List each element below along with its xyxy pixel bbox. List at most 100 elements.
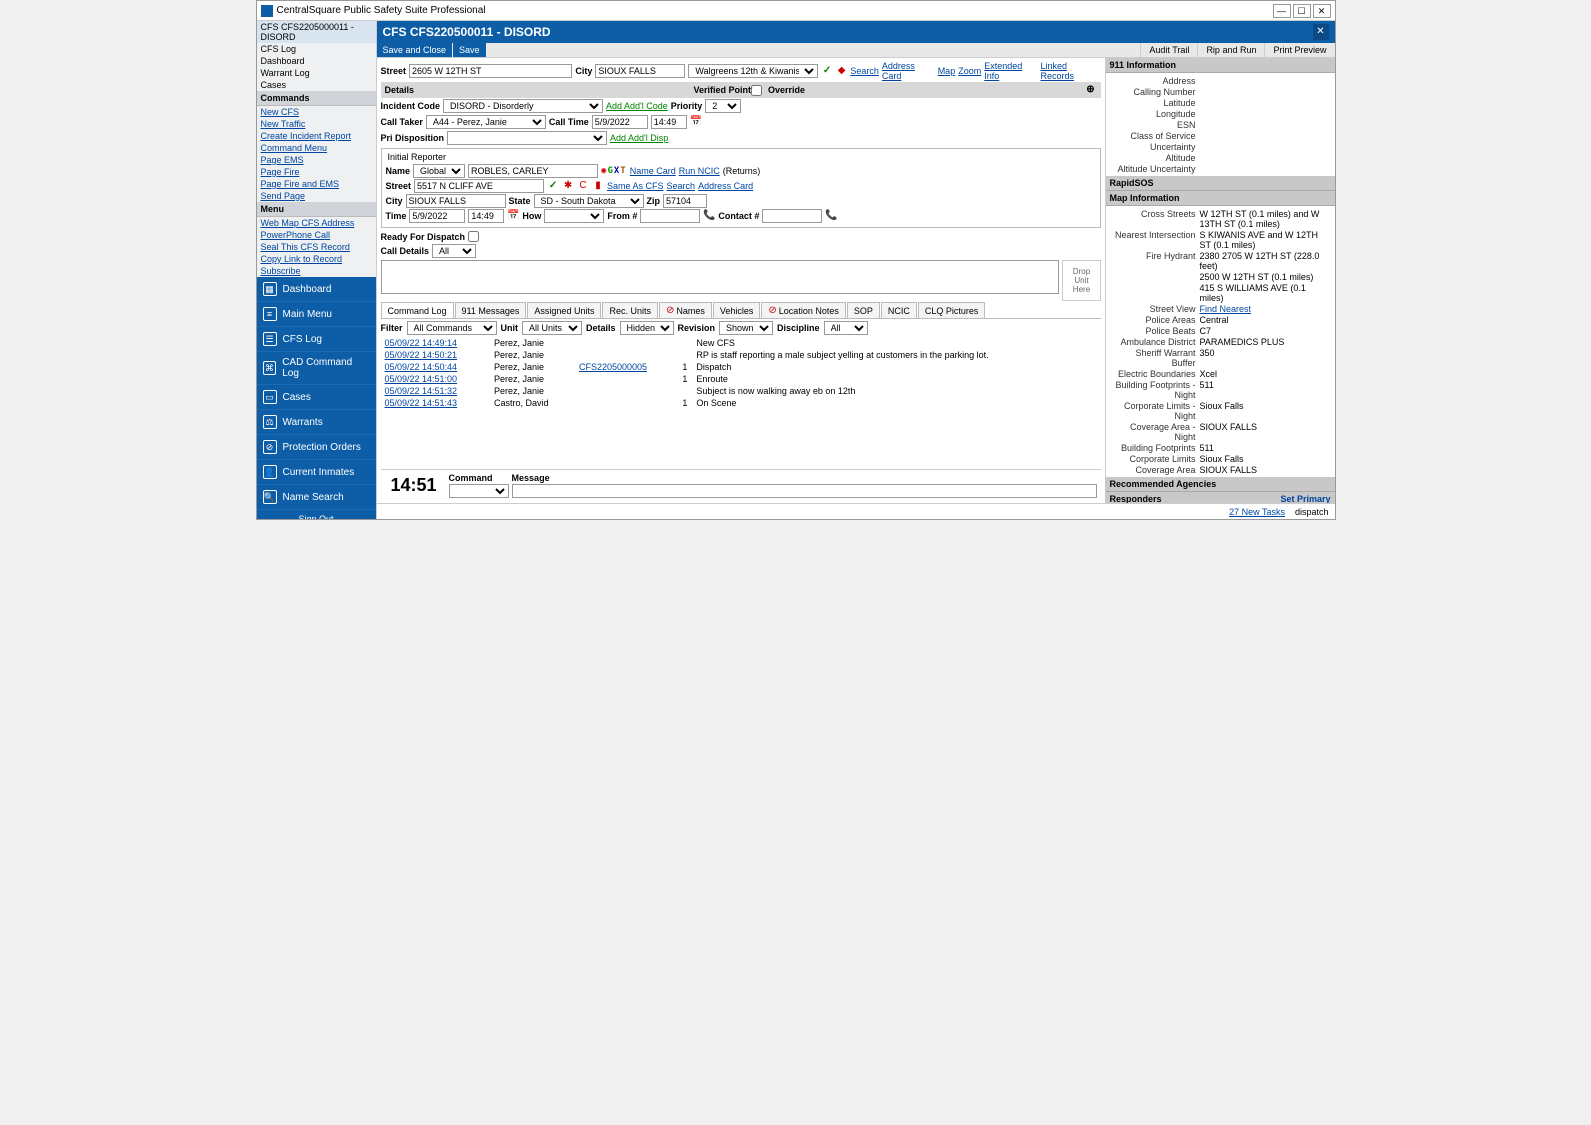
street-person-icon[interactable]: ▮ xyxy=(592,180,604,192)
calendar-icon-2[interactable]: 📅 xyxy=(507,210,519,222)
command-link[interactable]: Page EMS xyxy=(257,154,376,166)
log-timestamp-link[interactable]: 05/09/22 14:49:14 xyxy=(385,338,458,348)
ready-for-dispatch-checkbox[interactable] xyxy=(468,231,479,242)
expand-icon[interactable]: ⊕ xyxy=(1085,84,1097,96)
sidebar-item[interactable]: CFS CFS2205000011 - DISORD xyxy=(257,21,376,43)
reporter-date-input[interactable] xyxy=(409,209,465,223)
record-close-button[interactable]: ✕ xyxy=(1313,24,1329,40)
nav-button[interactable]: ▦Dashboard xyxy=(257,277,376,302)
name-scope-select[interactable]: Global xyxy=(413,164,465,178)
nav-button[interactable]: ☰CFS Log xyxy=(257,327,376,352)
log-timestamp-link[interactable]: 05/09/22 14:50:44 xyxy=(385,362,458,372)
how-select[interactable] xyxy=(544,209,604,223)
city-input[interactable] xyxy=(595,64,685,78)
add-addl-code-link[interactable]: Add Add'l Code xyxy=(606,101,668,111)
tab[interactable]: ⊘Names xyxy=(659,302,712,318)
command-link[interactable]: Command Menu xyxy=(257,142,376,154)
menu-link[interactable]: Copy Link to Record xyxy=(257,253,376,265)
tab[interactable]: CLQ Pictures xyxy=(918,302,986,318)
new-tasks-link[interactable]: 27 New Tasks xyxy=(1229,507,1285,517)
discipline-filter-select[interactable]: All xyxy=(824,321,868,335)
revision-filter-select[interactable]: Shown xyxy=(719,321,773,335)
rip-and-run-button[interactable]: Rip and Run xyxy=(1197,43,1264,57)
call-taker-select[interactable]: A44 - Perez, Janie xyxy=(426,115,546,129)
command-select[interactable] xyxy=(449,484,509,498)
call-time-input[interactable] xyxy=(651,115,687,129)
zoom-link[interactable]: Zoom xyxy=(958,66,981,76)
tab[interactable]: Vehicles xyxy=(713,302,761,318)
nav-button[interactable]: 👤Current Inmates xyxy=(257,460,376,485)
command-link[interactable]: Page Fire xyxy=(257,166,376,178)
street-input[interactable] xyxy=(409,64,572,78)
contact-input[interactable] xyxy=(762,209,822,223)
map-link[interactable]: Map xyxy=(938,66,956,76)
command-link[interactable]: Page Fire and EMS xyxy=(257,178,376,190)
name-card-link[interactable]: Name Card xyxy=(630,166,676,176)
tab[interactable]: Assigned Units xyxy=(527,302,601,318)
save-button[interactable]: Save xyxy=(453,43,486,57)
filter-select[interactable]: All Commands xyxy=(407,321,497,335)
log-timestamp-link[interactable]: 05/09/22 14:51:00 xyxy=(385,374,458,384)
menu-link[interactable]: Web Map CFS Address xyxy=(257,217,376,229)
extended-info-link[interactable]: Extended Info xyxy=(984,61,1037,81)
create-incident-link[interactable]: Create Incident Report xyxy=(257,130,376,142)
from-input[interactable] xyxy=(640,209,700,223)
tab[interactable]: ⊘Location Notes xyxy=(761,302,845,318)
reporter-search-link[interactable]: Search xyxy=(667,181,696,191)
nav-button[interactable]: ▭Cases xyxy=(257,385,376,410)
message-input[interactable] xyxy=(512,484,1097,498)
calendar-icon[interactable]: 📅 xyxy=(690,116,702,128)
linked-records-link[interactable]: Linked Records xyxy=(1041,61,1101,81)
tab[interactable]: 911 Messages xyxy=(455,302,527,318)
close-button[interactable]: ✕ xyxy=(1313,4,1331,18)
sign-out-button[interactable]: Sign Out xyxy=(257,510,376,519)
log-timestamp-link[interactable]: 05/09/22 14:50:21 xyxy=(385,350,458,360)
intersection-select[interactable]: Walgreens 12th & Kiwanis xyxy=(688,64,818,78)
section-action-link[interactable]: Set Primary xyxy=(1280,494,1330,503)
sidebar-item[interactable]: Dashboard xyxy=(257,55,376,67)
verified-point-checkbox[interactable] xyxy=(751,85,762,96)
phone-icon[interactable]: 📞 xyxy=(703,210,715,222)
reporter-address-card-link[interactable]: Address Card xyxy=(698,181,753,191)
log-timestamp-link[interactable]: 05/09/22 14:51:32 xyxy=(385,386,458,396)
state-select[interactable]: SD - South Dakota xyxy=(534,194,644,208)
tab[interactable]: Command Log xyxy=(381,302,454,318)
command-link[interactable]: New Traffic xyxy=(257,118,376,130)
minimize-button[interactable]: — xyxy=(1273,4,1291,18)
find-nearest-link[interactable]: Find Nearest xyxy=(1200,304,1252,314)
command-link[interactable]: New CFS xyxy=(257,106,376,118)
sidebar-item[interactable]: Warrant Log xyxy=(257,67,376,79)
menu-link[interactable]: Subscribe xyxy=(257,265,376,277)
reporter-street-input[interactable] xyxy=(414,179,544,193)
sidebar-item[interactable]: CFS Log xyxy=(257,43,376,55)
run-ncic-link[interactable]: Run NCIC xyxy=(679,166,720,176)
nav-button[interactable]: ⊘Protection Orders xyxy=(257,435,376,460)
menu-link[interactable]: Seal This CFS Record xyxy=(257,241,376,253)
unit-filter-select[interactable]: All Units xyxy=(522,321,582,335)
same-as-cfs-link[interactable]: Same As CFS xyxy=(607,181,664,191)
sidebar-item[interactable]: Cases xyxy=(257,79,376,91)
call-date-input[interactable] xyxy=(592,115,648,129)
log-timestamp-link[interactable]: 05/09/22 14:51:43 xyxy=(385,398,458,408)
phone-icon-2[interactable]: 📞 xyxy=(825,210,837,222)
log-cfs-link[interactable]: CFS2205000005 xyxy=(579,362,647,372)
pri-disposition-select[interactable] xyxy=(447,131,607,145)
nav-button[interactable]: 🔍Name Search xyxy=(257,485,376,510)
menu-link[interactable]: PowerPhone Call xyxy=(257,229,376,241)
add-addl-disp-link[interactable]: Add Add'l Disp xyxy=(610,133,668,143)
reporter-city-input[interactable] xyxy=(406,194,506,208)
incident-code-select[interactable]: DISORD - Disorderly xyxy=(443,99,603,113)
details-filter-select[interactable]: Hidden xyxy=(620,321,674,335)
street-copy-icon[interactable]: C xyxy=(577,180,589,192)
address-card-link[interactable]: Address Card xyxy=(882,61,935,81)
save-and-close-button[interactable]: Save and Close xyxy=(377,43,453,57)
audit-trail-button[interactable]: Audit Trail xyxy=(1140,43,1197,57)
call-details-select[interactable]: All xyxy=(432,244,476,258)
nav-button[interactable]: ⚖Warrants xyxy=(257,410,376,435)
search-link[interactable]: Search xyxy=(850,66,879,76)
tab[interactable]: Rec. Units xyxy=(602,302,658,318)
drop-unit-zone[interactable]: Drop Unit Here xyxy=(1062,260,1100,301)
print-preview-button[interactable]: Print Preview xyxy=(1264,43,1334,57)
tab[interactable]: SOP xyxy=(847,302,880,318)
tab[interactable]: NCIC xyxy=(881,302,917,318)
